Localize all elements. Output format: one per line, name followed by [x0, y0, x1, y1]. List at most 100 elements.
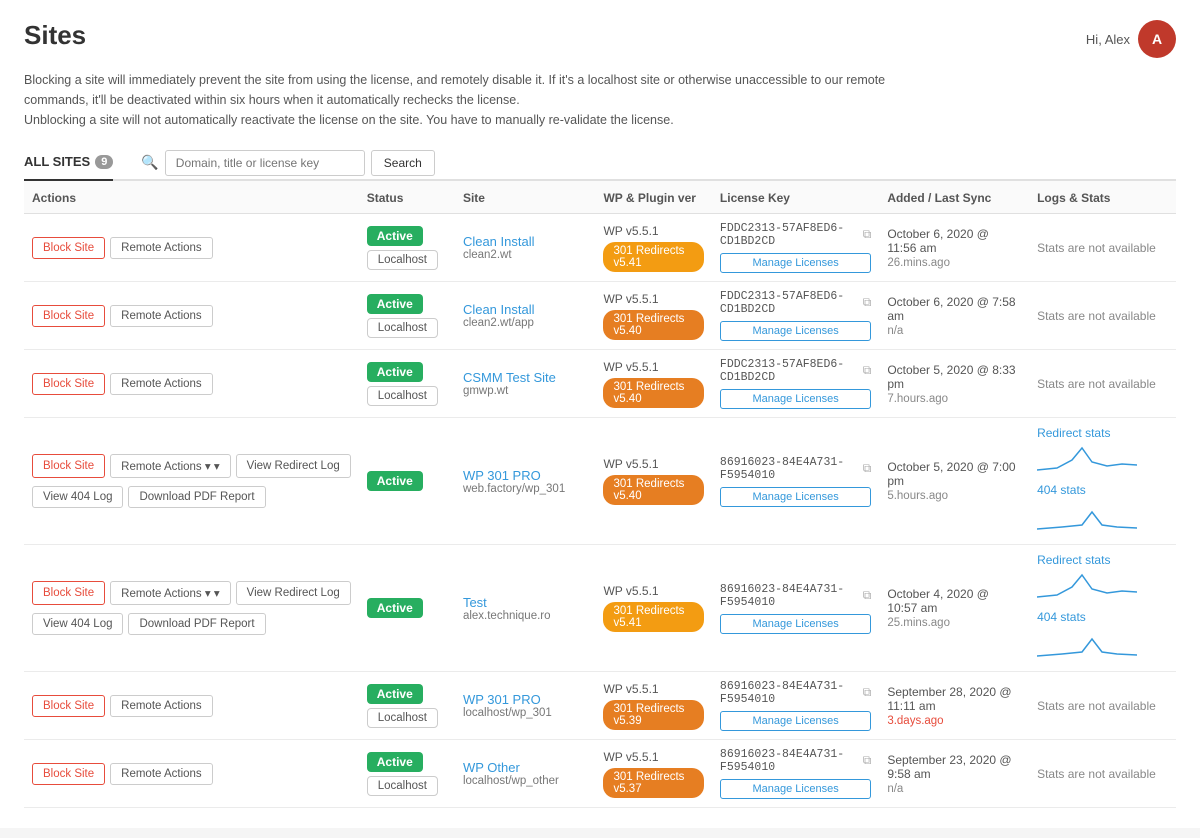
site-name-link[interactable]: Clean Install: [463, 302, 588, 317]
stats-cell: Stats are not available: [1029, 282, 1176, 350]
remote-actions-button[interactable]: Remote Actions ▾: [110, 454, 230, 478]
copy-icon[interactable]: ⧉: [863, 228, 872, 242]
block-site-button[interactable]: Block Site: [32, 763, 105, 785]
redirect-stats-link[interactable]: Redirect stats: [1037, 426, 1168, 440]
site-name-link[interactable]: Clean Install: [463, 234, 588, 249]
search-button[interactable]: Search: [371, 150, 435, 176]
site-url: gmwp.wt: [463, 385, 588, 397]
site-name-link[interactable]: WP 301 PRO: [463, 468, 588, 483]
stats-unavailable: Stats are not available: [1037, 377, 1156, 391]
license-key-text: 86916023-84E4A731-F5954010 ⧉: [720, 680, 871, 706]
manage-licenses-button[interactable]: Manage Licenses: [720, 253, 871, 273]
actions-cell: Block Site Remote Actions: [24, 672, 359, 740]
copy-icon[interactable]: ⧉: [863, 686, 872, 700]
stats-404-link[interactable]: 404 stats: [1037, 483, 1168, 497]
site-name-link[interactable]: Test: [463, 595, 588, 610]
manage-licenses-button[interactable]: Manage Licenses: [720, 389, 871, 409]
description-block: Blocking a site will immediately prevent…: [24, 70, 924, 130]
block-site-button[interactable]: Block Site: [32, 454, 105, 478]
page-title: Sites: [24, 20, 86, 51]
view-404-log-button[interactable]: View 404 Log: [32, 486, 123, 508]
wp-version: WP v5.5.1: [603, 224, 703, 238]
toolbar: ALL SITES 9 🔍 Search: [24, 146, 1176, 181]
stats-cell: Stats are not available: [1029, 350, 1176, 418]
view-redirect-log-button[interactable]: View Redirect Log: [236, 581, 351, 605]
actions-cell: Block Site Remote Actions: [24, 214, 359, 282]
wp-plugin-cell: WP v5.5.1 301 Redirects v5.40: [595, 418, 711, 545]
site-url: localhost/wp_301: [463, 707, 588, 719]
license-key-text: 86916023-84E4A731-F5954010 ⧉: [720, 583, 871, 609]
wp-plugin-cell: WP v5.5.1 301 Redirects v5.40: [595, 282, 711, 350]
plugin-version-badge: 301 Redirects v5.40: [603, 475, 703, 505]
copy-icon[interactable]: ⧉: [863, 364, 872, 378]
stats-cell: Redirect stats 404 stats: [1029, 418, 1176, 545]
search-icon: 🔍: [141, 154, 158, 171]
wp-version: WP v5.5.1: [603, 584, 703, 598]
remote-actions-button[interactable]: Remote Actions: [110, 373, 213, 395]
actions-cell: Block Site Remote Actions ▾ View Redirec…: [24, 545, 359, 672]
all-sites-tab[interactable]: ALL SITES 9: [24, 146, 113, 181]
site-cell: Clean Install clean2.wt: [455, 214, 596, 282]
site-cell: Clean Install clean2.wt/app: [455, 282, 596, 350]
view-404-log-button[interactable]: View 404 Log: [32, 613, 123, 635]
manage-licenses-button[interactable]: Manage Licenses: [720, 321, 871, 341]
license-key-text: FDDC2313-57AF8ED6-CD1BD2CD ⧉: [720, 290, 871, 316]
table-row: Block Site Remote Actions Active Localho…: [24, 672, 1176, 740]
remote-actions-button[interactable]: Remote Actions: [110, 237, 213, 259]
date-ago: n/a: [887, 783, 1021, 795]
redirect-stats-link[interactable]: Redirect stats: [1037, 553, 1168, 567]
site-name-link[interactable]: CSMM Test Site: [463, 370, 588, 385]
date-ago: n/a: [887, 325, 1021, 337]
view-redirect-log-button[interactable]: View Redirect Log: [236, 454, 351, 478]
localhost-badge: Localhost: [367, 776, 438, 796]
plugin-version-badge: 301 Redirects v5.40: [603, 310, 703, 340]
localhost-badge: Localhost: [367, 250, 438, 270]
status-cell: Active Localhost: [359, 672, 455, 740]
actions-cell: Block Site Remote Actions: [24, 282, 359, 350]
site-name-link[interactable]: WP 301 PRO: [463, 692, 588, 707]
manage-licenses-button[interactable]: Manage Licenses: [720, 614, 871, 634]
search-input[interactable]: [165, 150, 365, 176]
date-added: September 28, 2020 @ 11:11 am: [887, 685, 1021, 713]
site-url: clean2.wt/app: [463, 317, 588, 329]
table-row: Block Site Remote Actions Active Localho…: [24, 740, 1176, 808]
status-badge: Active: [367, 294, 423, 314]
stats-cell: Redirect stats 404 stats: [1037, 426, 1168, 536]
remote-actions-button[interactable]: Remote Actions ▾: [110, 581, 230, 605]
stats-unavailable: Stats are not available: [1037, 309, 1156, 323]
block-site-button[interactable]: Block Site: [32, 237, 105, 259]
remote-actions-button[interactable]: Remote Actions: [110, 763, 213, 785]
download-pdf-button[interactable]: Download PDF Report: [128, 486, 265, 508]
wp-version: WP v5.5.1: [603, 292, 703, 306]
block-site-button[interactable]: Block Site: [32, 695, 105, 717]
copy-icon[interactable]: ⧉: [863, 462, 872, 476]
block-site-button[interactable]: Block Site: [32, 305, 105, 327]
manage-licenses-button[interactable]: Manage Licenses: [720, 779, 871, 799]
remote-actions-button[interactable]: Remote Actions: [110, 305, 213, 327]
remote-actions-button[interactable]: Remote Actions: [110, 695, 213, 717]
description-line2: Unblocking a site will not automatically…: [24, 113, 674, 127]
block-site-button[interactable]: Block Site: [32, 373, 105, 395]
copy-icon[interactable]: ⧉: [863, 754, 872, 768]
copy-icon[interactable]: ⧉: [863, 296, 872, 310]
manage-licenses-button[interactable]: Manage Licenses: [720, 711, 871, 731]
status-badge: Active: [367, 471, 423, 491]
download-pdf-button[interactable]: Download PDF Report: [128, 613, 265, 635]
actions-cell: Block Site Remote Actions: [24, 350, 359, 418]
site-name-link[interactable]: WP Other: [463, 760, 588, 775]
site-cell: WP Other localhost/wp_other: [455, 740, 596, 808]
manage-licenses-button[interactable]: Manage Licenses: [720, 487, 871, 507]
stats-404-link[interactable]: 404 stats: [1037, 610, 1168, 624]
site-url: clean2.wt: [463, 249, 588, 261]
license-cell: 86916023-84E4A731-F5954010 ⧉ Manage Lice…: [712, 740, 879, 808]
block-site-button[interactable]: Block Site: [32, 581, 105, 605]
col-header-site: Site: [455, 181, 596, 214]
date-added: October 5, 2020 @ 8:33 pm: [887, 363, 1021, 391]
license-key-text: FDDC2313-57AF8ED6-CD1BD2CD ⧉: [720, 222, 871, 248]
plugin-version-badge: 301 Redirects v5.39: [603, 700, 703, 730]
status-cell: Active Localhost: [359, 214, 455, 282]
license-cell: FDDC2313-57AF8ED6-CD1BD2CD ⧉ Manage Lice…: [712, 350, 879, 418]
wp-plugin-cell: WP v5.5.1 301 Redirects v5.40: [595, 350, 711, 418]
copy-icon[interactable]: ⧉: [863, 589, 872, 603]
localhost-badge: Localhost: [367, 318, 438, 338]
